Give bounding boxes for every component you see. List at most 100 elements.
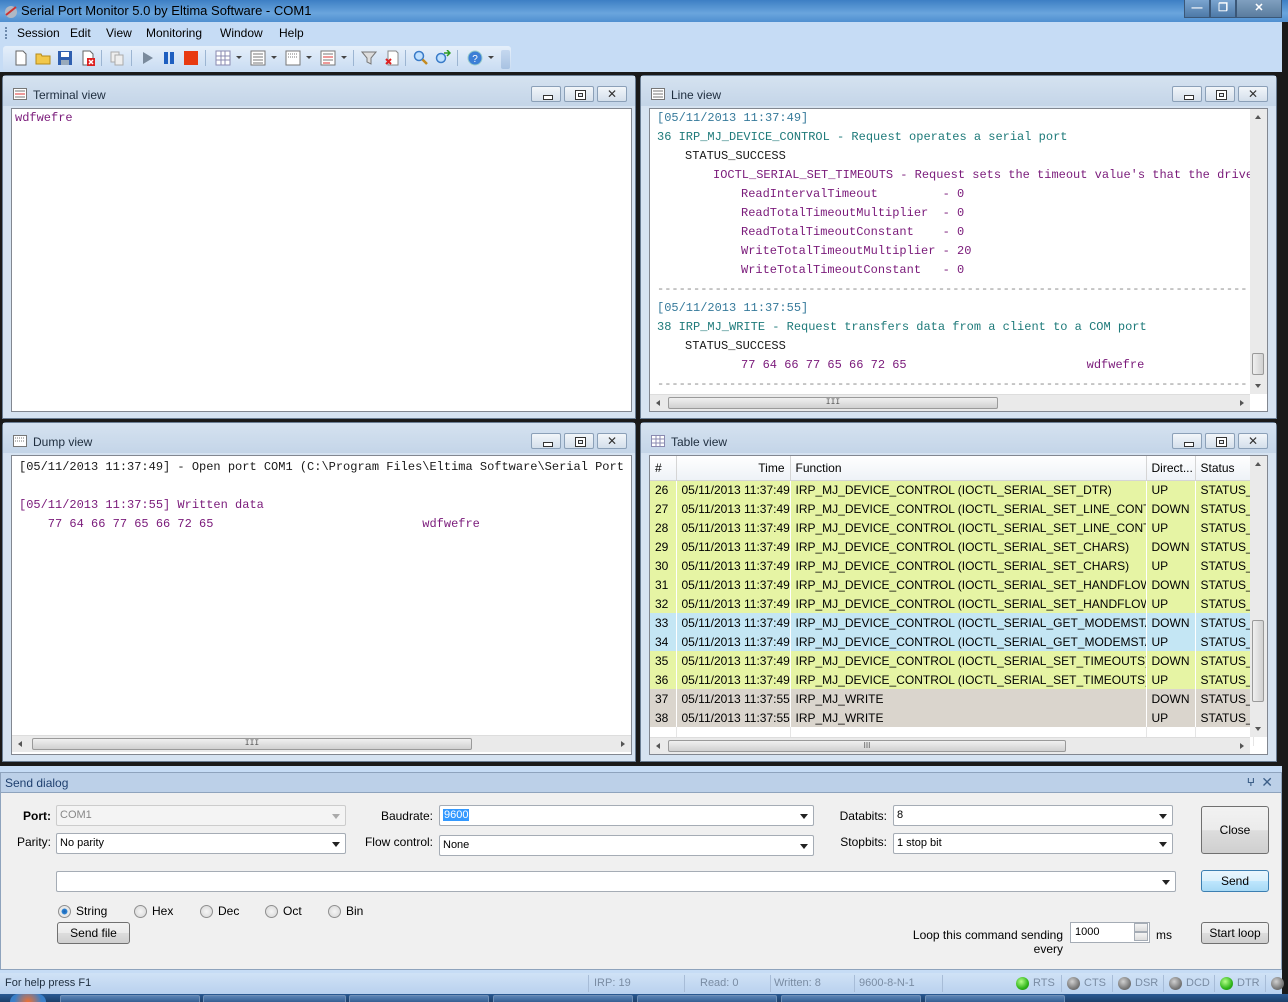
- menu-view[interactable]: View: [106, 26, 132, 40]
- pin-icon[interactable]: ⵖ: [1247, 776, 1255, 789]
- line-view-content[interactable]: [05/11/2013 11:37:49] 36 IRP_MJ_DEVICE_CO…: [649, 108, 1268, 412]
- table-row[interactable]: 30 05/11/2013 11:37:49 IRP_MJ_DEVICE_CONTR…: [650, 556, 1254, 575]
- copy-icon[interactable]: [109, 50, 125, 66]
- search-icon[interactable]: [413, 50, 429, 66]
- scroll-right-arrow[interactable]: [621, 741, 625, 747]
- spin-down-button[interactable]: [1134, 932, 1148, 941]
- table-row[interactable]: 27 05/11/2013 11:37:49 IRP_MJ_DEVICE_CONTR…: [650, 499, 1254, 518]
- pane-minimize-button[interactable]: [1172, 86, 1202, 102]
- dump-view-dropdown[interactable]: [306, 56, 312, 59]
- terminal-view-dropdown[interactable]: [341, 56, 347, 59]
- format-radio-bin[interactable]: Bin: [328, 904, 363, 918]
- horizontal-scrollbar[interactable]: III: [650, 737, 1250, 754]
- taskbar-item[interactable]: [493, 995, 633, 1002]
- format-radio-dec[interactable]: Dec: [200, 904, 239, 918]
- loop-interval-input[interactable]: 1000: [1070, 922, 1150, 943]
- filter-icon[interactable]: [361, 50, 377, 66]
- close-button[interactable]: Close: [1201, 806, 1269, 854]
- command-input[interactable]: [56, 871, 1176, 892]
- taskbar-item[interactable]: [781, 995, 921, 1002]
- vertical-scrollbar[interactable]: [1250, 109, 1267, 394]
- send-button[interactable]: Send: [1201, 870, 1269, 892]
- parity-select[interactable]: No parity: [56, 833, 346, 854]
- stopbits-select[interactable]: 1 stop bit: [893, 833, 1173, 854]
- scroll-down-arrow[interactable]: [1255, 727, 1261, 731]
- table-row[interactable]: 36 05/11/2013 11:37:49 IRP_MJ_DEVICE_CONTR…: [650, 670, 1254, 689]
- format-radio-string[interactable]: String: [58, 904, 107, 918]
- scroll-down-arrow[interactable]: [1255, 384, 1261, 388]
- clear-icon[interactable]: [384, 50, 400, 66]
- taskbar-item[interactable]: [349, 995, 489, 1002]
- table-row[interactable]: 38 05/11/2013 11:37:55 IRP_MJ_WRITE UP STATU…: [650, 708, 1254, 727]
- terminal-view-icon[interactable]: [320, 50, 336, 66]
- scrollbar-thumb[interactable]: [1252, 620, 1264, 702]
- new-session-icon[interactable]: [13, 50, 29, 66]
- flow-control-select[interactable]: None: [439, 835, 814, 856]
- find-next-icon[interactable]: [435, 50, 451, 66]
- scrollbar-thumb[interactable]: III: [668, 397, 998, 409]
- vertical-scrollbar[interactable]: [1250, 456, 1267, 737]
- dump-view-content[interactable]: [05/11/2013 11:37:49] - Open port COM1 (…: [11, 455, 632, 755]
- table-row[interactable]: 32 05/11/2013 11:37:49 IRP_MJ_DEVICE_CONTR…: [650, 594, 1254, 613]
- taskbar-item[interactable]: [925, 995, 1065, 1002]
- column-header-status[interactable]: Status: [1195, 456, 1254, 481]
- send-file-button[interactable]: Send file: [57, 922, 130, 944]
- help-icon[interactable]: ?: [467, 50, 483, 66]
- scrollbar-thumb[interactable]: [1252, 353, 1264, 375]
- scrollbar-thumb[interactable]: III: [32, 738, 472, 750]
- pane-maximize-button[interactable]: [1205, 433, 1235, 449]
- baudrate-select[interactable]: 9600: [439, 805, 814, 826]
- table-row[interactable]: 33 05/11/2013 11:37:49 IRP_MJ_DEVICE_CONTR…: [650, 613, 1254, 632]
- minimize-button[interactable]: —: [1184, 0, 1210, 18]
- close-window-button[interactable]: ✕: [1236, 0, 1282, 18]
- pause-icon[interactable]: [161, 50, 177, 66]
- terminal-output[interactable]: wdfwefre: [11, 108, 632, 412]
- pane-close-button[interactable]: ✕: [597, 86, 627, 102]
- taskbar-item[interactable]: [60, 995, 200, 1002]
- column-header-function[interactable]: Function: [790, 456, 1147, 481]
- scroll-left-arrow[interactable]: [18, 741, 22, 747]
- save-icon[interactable]: [57, 50, 73, 66]
- close-session-icon[interactable]: [80, 50, 96, 66]
- restore-button[interactable]: ❐: [1210, 0, 1236, 18]
- column-header-number[interactable]: #: [650, 456, 677, 481]
- menu-edit[interactable]: Edit: [70, 26, 91, 40]
- column-header-time[interactable]: Time: [676, 456, 791, 481]
- toolbar-overflow-button[interactable]: [501, 50, 510, 69]
- scroll-right-arrow[interactable]: [1240, 743, 1244, 749]
- scroll-up-arrow[interactable]: [1255, 462, 1261, 466]
- close-dialog-icon[interactable]: ✕: [1261, 774, 1273, 791]
- start-button[interactable]: [10, 994, 46, 1002]
- start-loop-button[interactable]: Start loop: [1201, 922, 1269, 944]
- table-row[interactable]: 31 05/11/2013 11:37:49 IRP_MJ_DEVICE_CONTR…: [650, 575, 1254, 594]
- table-row[interactable]: 35 05/11/2013 11:37:49 IRP_MJ_DEVICE_CONTR…: [650, 651, 1254, 670]
- table-row[interactable]: 29 05/11/2013 11:37:49 IRP_MJ_DEVICE_CONTR…: [650, 537, 1254, 556]
- menu-monitoring[interactable]: Monitoring: [146, 26, 202, 40]
- horizontal-scrollbar[interactable]: III: [12, 735, 631, 752]
- play-icon[interactable]: [139, 50, 155, 66]
- table-row[interactable]: 28 05/11/2013 11:37:49 IRP_MJ_DEVICE_CONTR…: [650, 518, 1254, 537]
- menu-help[interactable]: Help: [279, 26, 304, 40]
- menu-window[interactable]: Window: [220, 26, 263, 40]
- taskbar-item[interactable]: [637, 995, 777, 1002]
- line-view-icon[interactable]: [250, 50, 266, 66]
- databits-select[interactable]: 8: [893, 805, 1173, 826]
- table-view-icon[interactable]: [215, 50, 231, 66]
- pane-minimize-button[interactable]: [531, 86, 561, 102]
- pane-maximize-button[interactable]: [564, 86, 594, 102]
- line-view-dropdown[interactable]: [271, 56, 277, 59]
- pane-minimize-button[interactable]: [1172, 433, 1202, 449]
- port-select[interactable]: COM1: [56, 805, 346, 826]
- taskbar-item[interactable]: [203, 995, 346, 1002]
- help-dropdown[interactable]: [488, 56, 494, 59]
- open-folder-icon[interactable]: [35, 50, 51, 66]
- scroll-left-arrow[interactable]: [656, 400, 660, 406]
- table-row[interactable]: 37 05/11/2013 11:37:55 IRP_MJ_WRITE DOWN STA…: [650, 689, 1254, 708]
- pane-close-button[interactable]: ✕: [1238, 86, 1268, 102]
- pane-minimize-button[interactable]: [531, 433, 561, 449]
- pane-close-button[interactable]: ✕: [1238, 433, 1268, 449]
- scroll-left-arrow[interactable]: [656, 743, 660, 749]
- table-view-dropdown[interactable]: [236, 56, 242, 59]
- scrollbar-thumb[interactable]: III: [668, 740, 1066, 752]
- format-radio-hex[interactable]: Hex: [134, 904, 173, 918]
